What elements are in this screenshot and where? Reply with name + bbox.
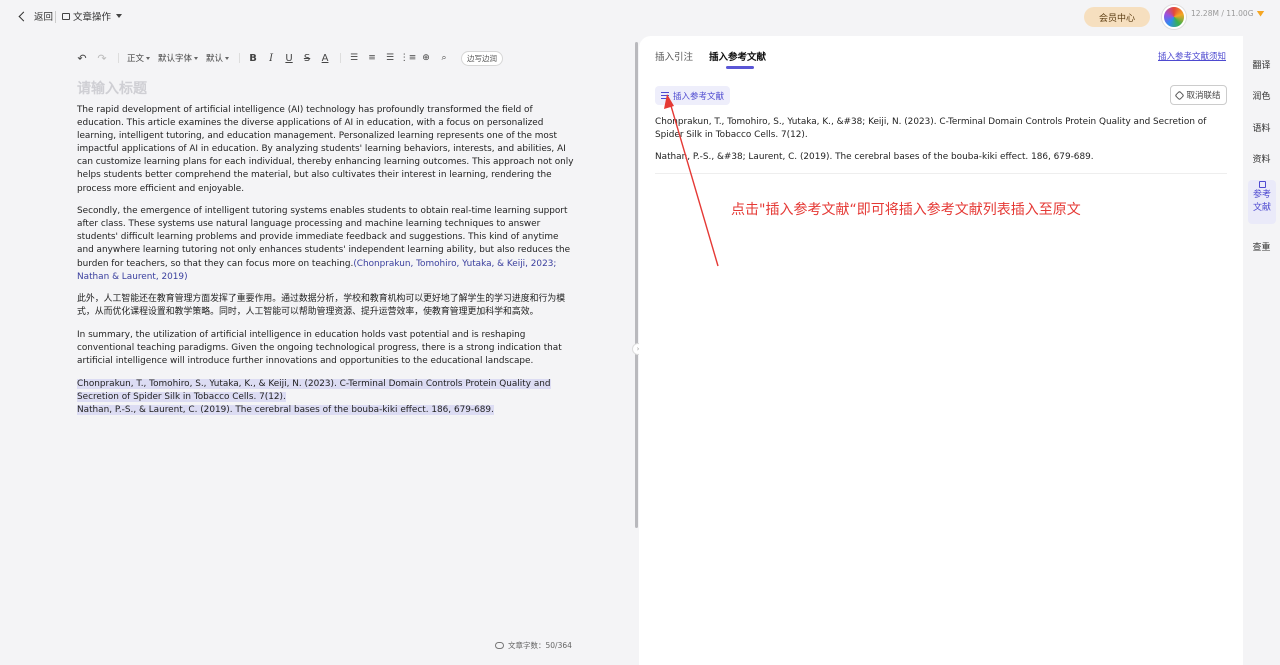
- reference-panel: 插入引注 插入参考文献 插入参考文献须知 插入参考文献 取消联结 Chonpra…: [639, 36, 1243, 665]
- editor-area: ↶ ↷ 正文 默认字体 默认 B I U S A ☰ ≡ ☰ ⋮≡ ⊕ ⌕ 边写…: [0, 34, 638, 665]
- rail-item-references[interactable]: 参考文献: [1248, 180, 1276, 224]
- doc-ops-label: 文章操作: [73, 12, 112, 23]
- caret-down-icon: [194, 56, 199, 60]
- back-label: 返回: [34, 12, 54, 23]
- divider: [655, 173, 1227, 174]
- top-bar: 返回 文章操作 会员中心 12.28M / 11.00G: [0, 0, 1280, 34]
- storage-text: 12.28M / 11.00G: [1191, 9, 1254, 18]
- back-button[interactable]: 返回: [18, 9, 54, 23]
- insert-references-label: 插入参考文献: [673, 91, 725, 102]
- paragraph-style-label: 正文: [127, 54, 145, 64]
- editor-scrollbar[interactable]: [635, 42, 638, 528]
- annotation-text: 点击"插入参考文献“即可将插入参考文献列表插入至原文: [731, 202, 1081, 218]
- paragraph-style-select[interactable]: 正文: [127, 52, 151, 64]
- word-count: 文章字数：50/364: [495, 640, 572, 651]
- doc-ops-menu[interactable]: 文章操作: [62, 9, 123, 23]
- paragraph: Secondly, the emergence of intelligent t…: [77, 205, 575, 284]
- title-input[interactable]: 请输入标题: [77, 78, 147, 98]
- toolbar-divider: [340, 53, 342, 63]
- rail-item-label: 参考文献: [1252, 190, 1271, 213]
- folder-icon: [62, 12, 70, 20]
- strikethrough-button[interactable]: S: [302, 53, 312, 64]
- paragraph: In summary, the utilization of artificia…: [77, 329, 562, 367]
- add-icon[interactable]: ⊕: [421, 53, 431, 63]
- font-color-button[interactable]: A: [320, 53, 330, 64]
- avatar[interactable]: [1162, 5, 1186, 29]
- font-family-select[interactable]: 默认字体: [158, 52, 199, 64]
- rail-item-polish[interactable]: 润色: [1243, 89, 1280, 102]
- list-item[interactable]: Chonprakun, T., Tomohiro, S., Yutaka, K.…: [655, 116, 1227, 141]
- divider: [55, 11, 56, 23]
- font-size-label: 默认: [206, 54, 224, 64]
- list-icon[interactable]: ⋮≡: [400, 53, 417, 63]
- paragraph: The rapid development of artificial inte…: [77, 105, 574, 194]
- list-item[interactable]: Nathan, P.-S., &#38; Laurent, C. (2019).…: [655, 151, 1227, 164]
- align-left-icon[interactable]: ☰: [385, 53, 395, 63]
- undo-icon[interactable]: ↶: [76, 52, 88, 65]
- reference-list-inserted: Chonprakun, T., Tomohiro, S., Yutaka, K.…: [77, 378, 575, 417]
- reference-list: Chonprakun, T., Tomohiro, S., Yutaka, K.…: [655, 116, 1227, 174]
- caret-down-icon: [146, 56, 151, 60]
- tab-insert-citation[interactable]: 插入引注: [655, 49, 693, 63]
- cloud-icon: [495, 642, 504, 649]
- unlink-button[interactable]: 取消联结: [1170, 85, 1227, 105]
- bold-button[interactable]: B: [248, 53, 258, 64]
- word-count-text: 文章字数：50/364: [508, 641, 572, 650]
- paragraph: 此外，人工智能还在教育管理方面发挥了重要作用。通过数据分析，学校和教育机构可以更…: [77, 294, 566, 318]
- tab-insert-references[interactable]: 插入参考文献: [709, 49, 766, 63]
- underline-button[interactable]: U: [284, 53, 294, 64]
- reference-icon: [1258, 181, 1266, 188]
- insert-references-button[interactable]: 插入参考文献: [655, 86, 731, 105]
- font-family-label: 默认字体: [158, 54, 193, 64]
- rail-item-plagiarism-check[interactable]: 查重: [1243, 240, 1280, 253]
- side-rail: 翻译 润色 语料 资料 参考文献 查重: [1243, 36, 1280, 665]
- chevron-left-icon: [18, 11, 29, 21]
- list-icon: [661, 92, 669, 99]
- rail-item-materials[interactable]: 资料: [1243, 152, 1280, 165]
- link-icon: [1175, 90, 1185, 100]
- rail-item-translate[interactable]: 翻译: [1243, 58, 1280, 71]
- polish-while-writing-button[interactable]: 边写边润: [461, 50, 504, 66]
- reference-entry: Chonprakun, T., Tomohiro, S., Yutaka, K.…: [77, 378, 551, 402]
- diamond-icon: [1256, 10, 1265, 17]
- indent-icon[interactable]: ≡: [367, 53, 377, 63]
- rail-item-corpus[interactable]: 语料: [1243, 121, 1280, 134]
- unlink-label: 取消联结: [1186, 91, 1221, 101]
- italic-button[interactable]: I: [266, 53, 276, 64]
- reference-notice-link[interactable]: 插入参考文献须知: [1158, 50, 1226, 62]
- toolbar-divider: [118, 53, 119, 63]
- font-size-select[interactable]: 默认: [206, 52, 230, 64]
- caret-down-icon: [225, 56, 230, 60]
- storage-indicator: 12.28M / 11.00G: [1191, 9, 1265, 18]
- align-icon[interactable]: ☰: [349, 53, 359, 63]
- redo-icon[interactable]: ↷: [96, 52, 108, 65]
- search-icon[interactable]: ⌕: [439, 53, 449, 63]
- reference-entry: Nathan, P.-S., & Laurent, C. (2019). The…: [77, 404, 494, 415]
- active-tab-indicator: [726, 66, 754, 69]
- caret-down-icon: [116, 14, 123, 18]
- toolbar-divider: [239, 53, 241, 63]
- editor-toolbar: ↶ ↷ 正文 默认字体 默认 B I U S A ☰ ≡ ☰ ⋮≡ ⊕ ⌕ 边写…: [76, 50, 504, 66]
- document-body[interactable]: The rapid development of artificial inte…: [77, 104, 575, 426]
- member-center-button[interactable]: 会员中心: [1084, 7, 1150, 27]
